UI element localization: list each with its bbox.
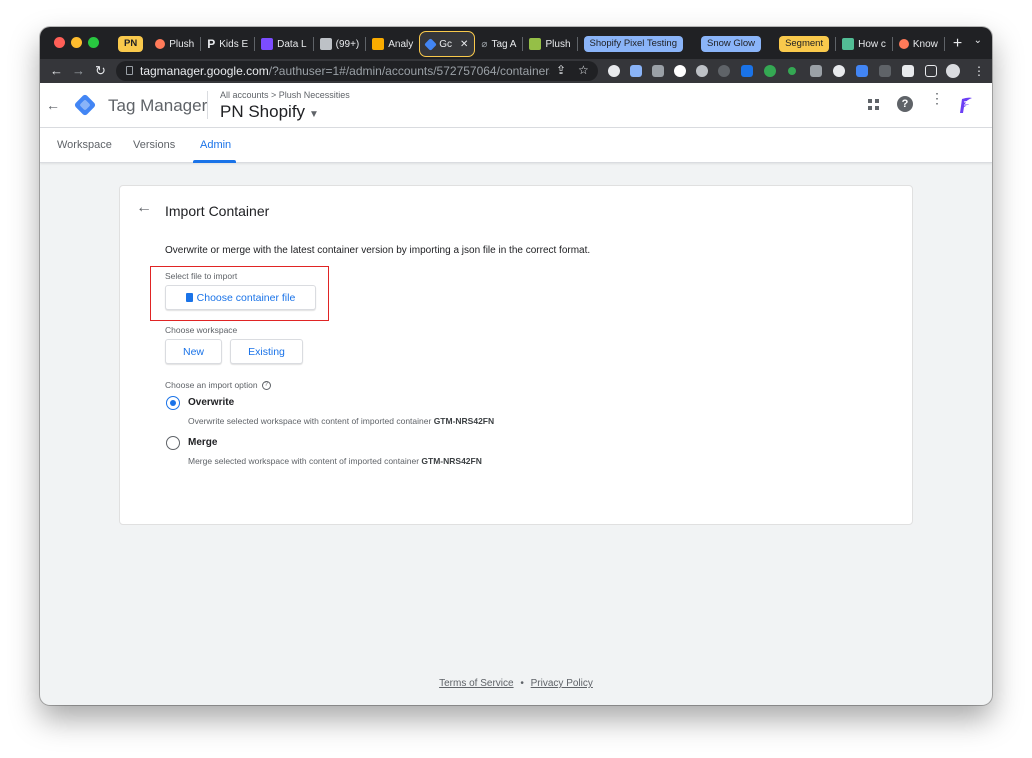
extension-icon[interactable] — [630, 65, 642, 77]
extension-icon[interactable] — [764, 65, 776, 77]
extension-icon[interactable] — [879, 65, 891, 77]
extension-icon[interactable] — [741, 65, 753, 77]
address-bar[interactable]: tagmanager.google.com/?authuser=1#/admin… — [116, 61, 598, 81]
breadcrumb[interactable]: All accounts > Plush Necessities — [220, 90, 350, 100]
tag-icon: ⌀ — [481, 38, 488, 50]
feather-icon — [261, 38, 274, 50]
help-icon[interactable]: ? — [897, 96, 913, 112]
browser-tab-active[interactable]: Gc ✕ — [419, 31, 476, 57]
zoom-window-button[interactable] — [88, 37, 99, 48]
tab-admin[interactable]: Admin — [200, 139, 231, 151]
hubspot-icon — [898, 39, 909, 49]
browser-tab[interactable]: ⌀ Tag A — [475, 32, 522, 56]
browser-tab[interactable]: Data L — [255, 32, 312, 56]
browser-tab[interactable]: Analy — [366, 32, 419, 56]
extension-icon[interactable] — [608, 65, 620, 77]
overwrite-option-desc: Overwrite selected workspace with conten… — [188, 416, 495, 426]
gtm-header: ← Tag Manager All accounts > Plush Neces… — [40, 83, 992, 128]
profile-avatar-icon[interactable] — [946, 64, 960, 78]
extension-icon[interactable] — [788, 67, 796, 75]
merge-option-title: Merge — [188, 437, 218, 448]
extensions-puzzle-icon[interactable] — [902, 65, 914, 77]
segment-icon — [842, 38, 855, 50]
header-divider — [207, 91, 208, 119]
tab-strip: PN Plush P Kids E Data L (99+) Analy Gc ✕ … — [40, 27, 992, 59]
footer-separator: • — [520, 678, 524, 689]
brand-feather-icon[interactable] — [956, 96, 974, 114]
select-file-label: Select file to import — [165, 271, 238, 281]
privacy-policy-link[interactable]: Privacy Policy — [531, 678, 593, 689]
choose-container-file-button[interactable]: Choose container file — [165, 285, 316, 310]
back-arrow-icon[interactable]: ← — [136, 199, 152, 217]
extension-icon[interactable] — [810, 65, 822, 77]
p-logo-icon: P — [207, 37, 216, 51]
browser-tab[interactable]: P Kids E — [201, 32, 254, 56]
tab-search-chevron-icon[interactable]: ⌄ — [974, 35, 982, 46]
new-workspace-button[interactable]: New — [165, 339, 222, 364]
browser-tab[interactable]: (99+) — [314, 32, 366, 56]
hubspot-icon — [155, 39, 166, 49]
analytics-icon — [372, 38, 385, 50]
overwrite-radio[interactable] — [166, 396, 180, 410]
active-tab-indicator — [193, 160, 236, 163]
browser-tab[interactable]: Plush — [523, 32, 576, 56]
footer: Terms of Service • Privacy Policy — [40, 678, 992, 689]
browser-tab[interactable]: How c — [836, 32, 892, 56]
merge-radio[interactable] — [166, 436, 180, 450]
app-title: Tag Manager — [108, 96, 208, 115]
browser-toolbar: ← → ↻ tagmanager.google.com/?authuser=1#… — [40, 59, 992, 83]
new-tab-icon[interactable]: + — [953, 35, 962, 53]
import-description: Overwrite or merge with the latest conta… — [165, 245, 591, 256]
browser-tabs: PN Plush P Kids E Data L (99+) Analy Gc ✕ … — [112, 31, 962, 57]
extension-icon[interactable] — [718, 65, 730, 77]
extension-icon[interactable] — [652, 65, 664, 77]
forward-nav-icon[interactable]: → — [72, 63, 85, 79]
bookmark-star-icon[interactable]: ☆ — [578, 63, 589, 77]
minimize-window-button[interactable] — [71, 37, 82, 48]
more-options-icon[interactable]: ⋮ — [930, 91, 944, 105]
tag-manager-icon — [424, 37, 438, 51]
tab-versions[interactable]: Versions — [133, 139, 175, 151]
overwrite-option-title: Overwrite — [188, 397, 235, 408]
container-selector[interactable]: PN Shopify ▼ — [220, 102, 319, 122]
main-nav-tabs: Workspace Versions Admin — [40, 128, 992, 163]
merge-option-desc: Merge selected workspace with content of… — [188, 456, 482, 466]
file-icon — [185, 293, 193, 302]
tab-group-shopify-pixel-testing[interactable]: Shopify Pixel Testing — [578, 32, 690, 56]
tag-manager-logo-icon — [73, 93, 97, 117]
close-window-button[interactable] — [54, 37, 65, 48]
browser-tab[interactable]: Know — [893, 32, 944, 56]
choose-workspace-label: Choose workspace — [165, 325, 238, 335]
lock-icon — [126, 66, 133, 75]
shopify-icon — [529, 38, 542, 50]
extension-icon[interactable] — [856, 65, 868, 77]
side-panel-icon[interactable] — [925, 65, 937, 77]
import-option-label: Choose an import option? — [165, 380, 271, 391]
dropdown-caret-icon: ▼ — [309, 109, 319, 120]
extension-icon[interactable] — [833, 65, 845, 77]
back-nav-icon[interactable]: ← — [50, 63, 63, 79]
close-tab-icon[interactable]: ✕ — [460, 39, 468, 50]
browser-menu-icon[interactable]: ⋮ — [973, 63, 985, 79]
terms-of-service-link[interactable]: Terms of Service — [439, 678, 513, 689]
browser-tab[interactable]: Plush — [149, 32, 200, 56]
browser-window: PN Plush P Kids E Data L (99+) Analy Gc ✕ … — [40, 27, 992, 705]
url-text[interactable]: tagmanager.google.com/?authuser=1#/admin… — [140, 64, 550, 78]
extension-icon[interactable] — [696, 65, 708, 77]
existing-workspace-button[interactable]: Existing — [230, 339, 303, 364]
extension-icon[interactable] — [674, 65, 686, 77]
reload-icon[interactable]: ↻ — [95, 63, 106, 79]
tab-group-pn[interactable]: PN — [112, 32, 149, 56]
share-icon[interactable]: ⇪ — [556, 63, 566, 77]
import-container-card: ← Import Container Overwrite or merge wi… — [119, 185, 913, 525]
mail-icon — [319, 38, 332, 50]
back-arrow-icon[interactable]: ← — [46, 97, 60, 113]
tab-group-snow-glow[interactable]: Snow Glow — [695, 32, 767, 56]
help-circle-icon[interactable]: ? — [261, 381, 271, 391]
tab-workspace[interactable]: Workspace — [57, 139, 112, 151]
tab-separator — [943, 37, 945, 51]
apps-grid-icon[interactable] — [868, 99, 879, 110]
page-title: Import Container — [165, 203, 270, 219]
tab-group-segment[interactable]: Segment — [773, 32, 835, 56]
